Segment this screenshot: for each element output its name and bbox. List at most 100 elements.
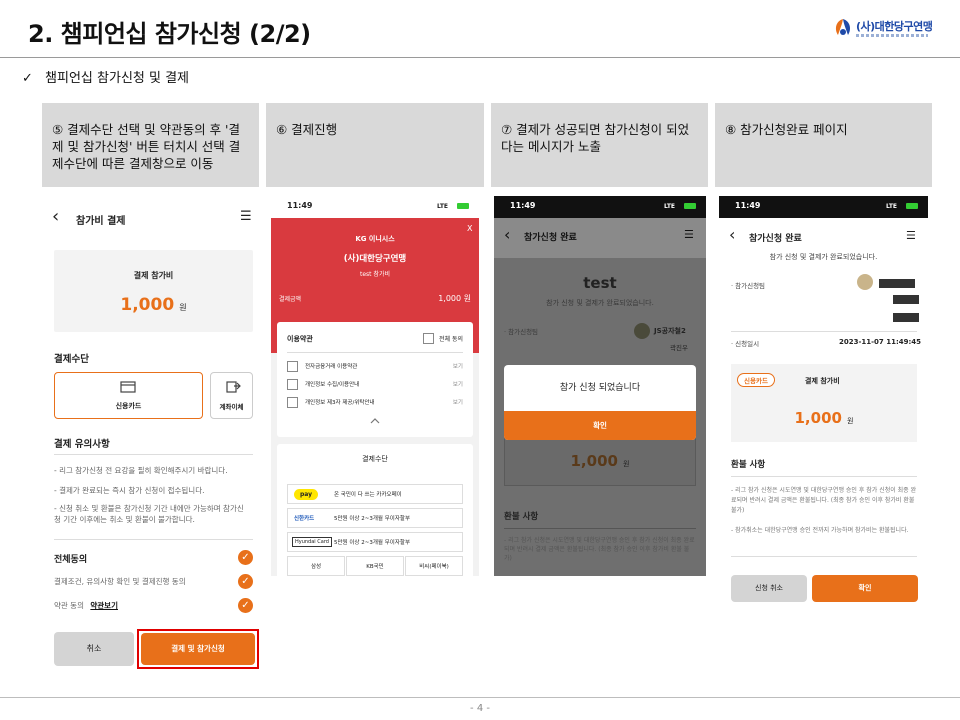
paid-fee-card: 신용카드 결제 참가비 1,000 원 [731,364,917,442]
notice-line-2: - 결제가 완료되는 즉시 참가 신청이 접수됩니다. [54,486,205,495]
menu-icon[interactable]: ☰ [240,209,252,224]
redacted-block [893,313,919,322]
term-view-link[interactable]: 보기 [453,362,463,370]
status-time: 11:49 [287,201,313,210]
date-value: 2023-11-07 11:49:45 [839,338,922,346]
pay-method-card: 결제수단 pay 온 국민이 다 쓰는 카카오페이 신한카드 5만원 이상 2~… [277,444,473,576]
hyundai-text: 5만원 이상 2~3개월 무이자할부 [334,540,411,546]
menu-icon[interactable]: ☰ [684,228,694,241]
pg-payment-screen: 11:49 LTE KG 이니시스 X (사)대한당구연맹 test 참가비 결… [271,196,479,576]
page-number: - 4 - [470,703,490,714]
date-label: · 신청일시 [731,340,760,348]
close-icon[interactable]: X [467,224,472,233]
status-bar: 11:49 LTE [271,196,479,218]
agree-divider [54,539,253,540]
pay-method-title: 결제수단 [362,455,388,463]
term-checkbox[interactable] [287,361,298,372]
terms-title: 이용약관 [287,335,313,343]
refund-title: 환불 사항 [504,512,539,522]
bank-option[interactable]: 비씨(페이북) [405,556,463,576]
refund-bottom-divider [731,556,917,557]
amount-unit: 원 [623,460,630,468]
status-signal: LTE [664,203,676,210]
agree-terms-label: 결제조건, 유의사항 확인 및 결제진행 동의 [54,577,186,586]
header-title: 참가신청 완료 [524,233,577,243]
done-message: 참가 신청 및 결제가 완료되었습니다. [546,299,654,307]
kakaopay-option[interactable]: pay 온 국민이 다 쓰는 카카오페이 [287,484,463,504]
refund-text: - 리그 참가 신청은 시도연맹 및 대한당구연맹 승인 후 참가 신청이 최종… [504,537,695,562]
term-checkbox[interactable] [287,379,298,390]
cancel-button[interactable]: 취소 [54,632,134,666]
event-title: test [583,274,617,292]
payment-screen: ‹ 참가비 결제 ☰ 결제 참가비 1,000 원 결제수단 신용카드 계좌이체… [42,196,259,676]
back-icon[interactable]: ‹ [504,225,510,244]
method-bank-transfer-label: 계좌이체 [219,403,244,411]
redacted-block [879,279,915,288]
method-credit-card-label: 신용카드 [115,402,142,410]
hyundai-option[interactable]: Hyundai Card 5만원 이상 2~3개월 무이자할부 [287,532,463,552]
agree-policy-label: 약관 동의 약관보기 [54,600,118,611]
method-credit-card[interactable]: 신용카드 [54,372,203,419]
modal-ok-button[interactable]: 확인 [504,411,696,440]
redacted-block [893,295,919,304]
federation-logo: (사)대한당구연맹 [832,14,933,44]
fee-label: 결제 참가비 [133,271,174,280]
info-divider [731,331,917,332]
method-bank-transfer[interactable]: 계좌이체 [210,372,253,419]
team-avatar [857,274,873,290]
notice-title: 결제 유의사항 [54,439,110,450]
bank-option[interactable]: 삼성 [287,556,345,576]
view-terms-link[interactable]: 약관보기 [90,601,118,610]
refund-text-1: - 리그 참가 신청은 시도연맹 및 대한당구연맹 승인 후 참가 신청이 최종… [731,487,917,514]
refund-title: 환불 사항 [731,460,766,470]
app-header: ‹ 참가신청 완료 ☰ [494,218,706,258]
payment-method-title: 결제수단 [54,354,89,365]
agree-all-check-icon[interactable]: ✓ [238,550,253,565]
notice-divider [54,454,253,455]
term-view-link[interactable]: 보기 [453,380,463,388]
logo-subtitle-line [856,34,928,37]
section-subtitle: ✓ 챔피언십 참가신청 및 결제 [22,67,189,86]
agree-terms-check-icon[interactable]: ✓ [238,574,253,589]
term-row[interactable]: 전자금융거래 이용약관 보기 [287,360,463,374]
status-bar: 11:49 LTE [719,196,928,218]
menu-icon[interactable]: ☰ [906,229,916,242]
cancel-application-button[interactable]: 신청 취소 [731,575,807,602]
amount-value: 1,000 [570,452,618,470]
term-checkbox[interactable] [287,397,298,408]
fee-unit: 원 [847,417,854,425]
confirm-button[interactable]: 확인 [812,575,918,602]
step-6-description: ⑥ 결제진행 [266,103,484,187]
logo-text: (사)대한당구연맹 [856,20,933,33]
terms-all-checkbox[interactable] [423,333,434,344]
product-name: test 참가비 [360,271,390,278]
term-row[interactable]: 개인정보 제3자 제공/위탁안내 보기 [287,396,463,410]
footer-divider [0,697,960,698]
term-view-link[interactable]: 보기 [453,398,463,406]
done-message: 참가 신청 및 결제가 완료되었습니다. [769,253,878,261]
back-icon[interactable]: ‹ [729,225,735,244]
refund-divider [504,528,696,529]
shinhan-option[interactable]: 신한카드 5만원 이상 2~3개월 무이자할부 [287,508,463,528]
term-label: 개인정보 수집/이용안내 [305,382,360,388]
term-row[interactable]: 개인정보 수집/이용안내 보기 [287,378,463,392]
kakaopay-badge: pay [294,489,318,500]
section-subtitle-text: 챔피언십 참가신청 및 결제 [45,71,190,86]
step-8-description: ⑧ 참가신청완료 페이지 [715,103,932,187]
bank-option[interactable]: KB국민 [346,556,404,576]
success-modal-screen: 11:49 LTE ‹ 참가신청 완료 ☰ test 참가 신청 및 결제가 완… [494,196,706,576]
fee-card: 결제 참가비 1,000 원 [54,250,253,332]
team-label: · 참가신청팀 [731,282,766,290]
amount-card: 1,000 원 [504,436,696,486]
term-label: 개인정보 제3자 제공/위탁안내 [305,400,375,406]
team-member: 곽진우 [670,344,688,352]
merchant-name: (사)대한당구연맹 [343,254,407,264]
team-avatar [634,323,650,339]
pay-and-apply-button[interactable]: 결제 및 참가신청 [141,633,255,665]
fee-amount: 1,000 [794,409,842,427]
agree-policy-check-icon[interactable]: ✓ [238,598,253,613]
chevron-up-icon[interactable] [370,418,380,424]
back-icon[interactable]: ‹ [52,206,59,227]
title-divider [0,57,960,58]
slide-title: 2. 챔피언십 참가신청 (2/2) [28,20,311,48]
